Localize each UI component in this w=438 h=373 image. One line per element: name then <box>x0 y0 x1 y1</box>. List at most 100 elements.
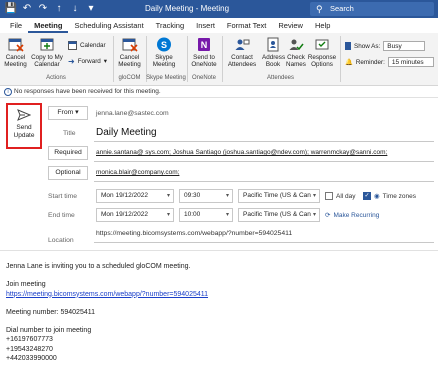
forward-label: Forward <box>77 58 101 65</box>
cancel-meeting-label: Cancel Meeting <box>4 54 27 68</box>
tab-insert[interactable]: Insert <box>190 18 221 33</box>
reminder-value: 15 minutes <box>391 59 424 66</box>
quick-access-dropdown-icon[interactable]: ▾ <box>84 2 98 16</box>
tab-review[interactable]: Review <box>272 18 309 33</box>
all-day-checkbox[interactable]: All day <box>325 192 356 200</box>
skype-meeting-button[interactable]: S Skype Meeting <box>149 37 179 68</box>
down-arrow-icon[interactable]: ↓ <box>68 2 82 16</box>
show-as-icon <box>345 42 351 50</box>
location-underline <box>94 242 434 243</box>
forward-dropdown-icon: ▾ <box>103 58 107 65</box>
all-day-box[interactable] <box>325 192 333 200</box>
onenote-group-label: OneNote <box>191 75 216 81</box>
chevron-down-icon: ▾ <box>312 193 316 199</box>
ribbon-divider <box>340 36 341 82</box>
required-button[interactable]: Required <box>48 146 88 160</box>
search-box[interactable]: ⚲ Search <box>310 2 434 16</box>
start-timezone-dropdown[interactable]: Pacific Time (US & Can ▾ <box>238 189 320 203</box>
end-time-picker[interactable]: 10:00 ▾ <box>179 208 233 222</box>
show-as-control: Show As: Busy <box>345 41 426 51</box>
title-underline <box>94 141 434 142</box>
start-time-label: Start time <box>48 193 78 200</box>
start-timezone-value: Pacific Time (US & Can <box>243 192 311 199</box>
response-options-button[interactable]: Response Options <box>307 37 337 68</box>
start-date-value: Mon 19/12/2022 <box>101 192 148 199</box>
tab-tracking[interactable]: Tracking <box>150 18 190 33</box>
tab-format-text[interactable]: Format Text <box>221 18 272 33</box>
join-label: Join meeting <box>6 281 46 289</box>
chevron-down-icon: ▾ <box>225 212 229 218</box>
time-zones-checkbox[interactable]: ✓ ◉ Time zones <box>363 192 416 200</box>
tab-meeting[interactable]: Meeting <box>28 18 69 33</box>
join-meeting-link[interactable]: https://meeting.bicomsystems.com/webapp/… <box>6 291 208 298</box>
location-input[interactable]: https://meeting.bicomsystems.com/webapp/… <box>96 230 292 237</box>
meeting-body[interactable]: Jenna Lane is inviting you to a schedule… <box>6 262 426 363</box>
make-recurring-button[interactable]: ⟳ Make Recurring <box>325 211 379 220</box>
search-placeholder: Search <box>330 4 354 13</box>
time-zones-label: Time zones <box>382 192 417 200</box>
tab-file[interactable]: File <box>4 18 28 33</box>
forward-arrow-icon: ➜ <box>68 57 75 66</box>
address-book-icon <box>267 37 279 52</box>
glocom-cancel-icon <box>122 38 138 52</box>
save-icon[interactable]: 💾 <box>4 2 18 16</box>
start-date-picker[interactable]: Mon 19/12/2022 ▾ <box>96 189 174 203</box>
calendar-dropdown-icon: ▾ <box>166 212 170 218</box>
start-time-picker[interactable]: 09:30 ▾ <box>179 189 233 203</box>
redo-icon[interactable]: ↷ <box>36 2 50 16</box>
show-as-value: Busy <box>387 43 402 50</box>
time-zones-box[interactable]: ✓ <box>363 192 371 200</box>
required-attendees-input[interactable]: annie.santana@ sys.com; Joshua Santiago … <box>96 149 387 156</box>
recurring-icon: ⟳ <box>325 212 331 219</box>
reminder-label: Reminder: <box>355 58 385 66</box>
calendar-button[interactable]: Calendar <box>68 41 106 50</box>
skype-meeting-label: Skype Meeting <box>152 54 176 68</box>
forward-button[interactable]: ➜ Forward ▾ <box>68 57 107 66</box>
info-text: No responses have been received for this… <box>14 88 161 95</box>
dial-number: +16197607773 <box>6 336 53 344</box>
check-names-button[interactable]: Check Names <box>285 37 307 68</box>
show-as-label: Show As: <box>354 42 381 50</box>
from-label: From <box>57 109 74 116</box>
send-icon <box>17 109 31 121</box>
title-bar: 💾 ↶ ↷ ↑ ↓ ▾ Daily Meeting - Meeting ⚲ Se… <box>0 0 438 18</box>
optional-attendees-input[interactable]: monica.blair@company.com; <box>96 169 179 176</box>
send-update-label: Send Update <box>13 124 35 139</box>
glocom-group-label: gloCOM <box>118 75 141 81</box>
contact-attendees-label: Contact Attendees <box>227 54 257 68</box>
end-date-picker[interactable]: Mon 19/12/2022 ▾ <box>96 208 174 222</box>
reminder-dropdown[interactable]: 15 minutes <box>387 57 434 67</box>
cancel-meeting-button[interactable]: Cancel Meeting <box>2 37 29 68</box>
send-update-button[interactable]: Send Update <box>6 103 42 149</box>
optional-button[interactable]: Optional <box>48 166 88 180</box>
glocom-cancel-meeting-button[interactable]: Cancel Meeting <box>116 37 143 68</box>
calendar-dropdown-icon: ▾ <box>166 193 170 199</box>
reminder-bell-icon: 🔔 <box>345 59 353 66</box>
globe-icon: ◉ <box>374 193 380 200</box>
calendar-label: Calendar <box>80 42 106 49</box>
tab-scheduling-assistant[interactable]: Scheduling Assistant <box>68 18 149 33</box>
calendar-cancel-icon <box>8 38 24 52</box>
dial-number: +442033990000 <box>6 355 57 363</box>
undo-icon[interactable]: ↶ <box>20 2 34 16</box>
copy-to-calendar-button[interactable]: Copy to My Calendar <box>29 37 65 68</box>
send-to-onenote-button[interactable]: N Send to OneNote <box>189 37 219 68</box>
actions-group-label: Actions <box>46 75 66 81</box>
contact-attendees-button[interactable]: Contact Attendees <box>224 37 260 68</box>
show-as-dropdown[interactable]: Busy <box>383 41 426 51</box>
from-button[interactable]: From ▾ <box>48 106 88 120</box>
end-time-value: 10:00 <box>184 211 201 218</box>
invite-text: Jenna Lane is inviting you to a schedule… <box>6 263 191 270</box>
svg-text:S: S <box>161 40 167 50</box>
info-icon: i <box>4 88 12 96</box>
title-input[interactable]: Daily Meeting <box>96 127 157 138</box>
end-timezone-dropdown[interactable]: Pacific Time (US & Can ▾ <box>238 208 320 222</box>
copy-to-calendar-label: Copy to My Calendar <box>31 54 63 68</box>
address-book-button[interactable]: Address Book <box>262 37 285 68</box>
up-arrow-icon[interactable]: ↑ <box>52 2 66 16</box>
required-underline <box>94 161 434 162</box>
tab-help[interactable]: Help <box>309 18 336 33</box>
ribbon-tabs: File Meeting Scheduling Assistant Tracki… <box>0 18 438 33</box>
end-time-label: End time <box>48 212 75 219</box>
chevron-down-icon: ▾ <box>225 193 229 199</box>
